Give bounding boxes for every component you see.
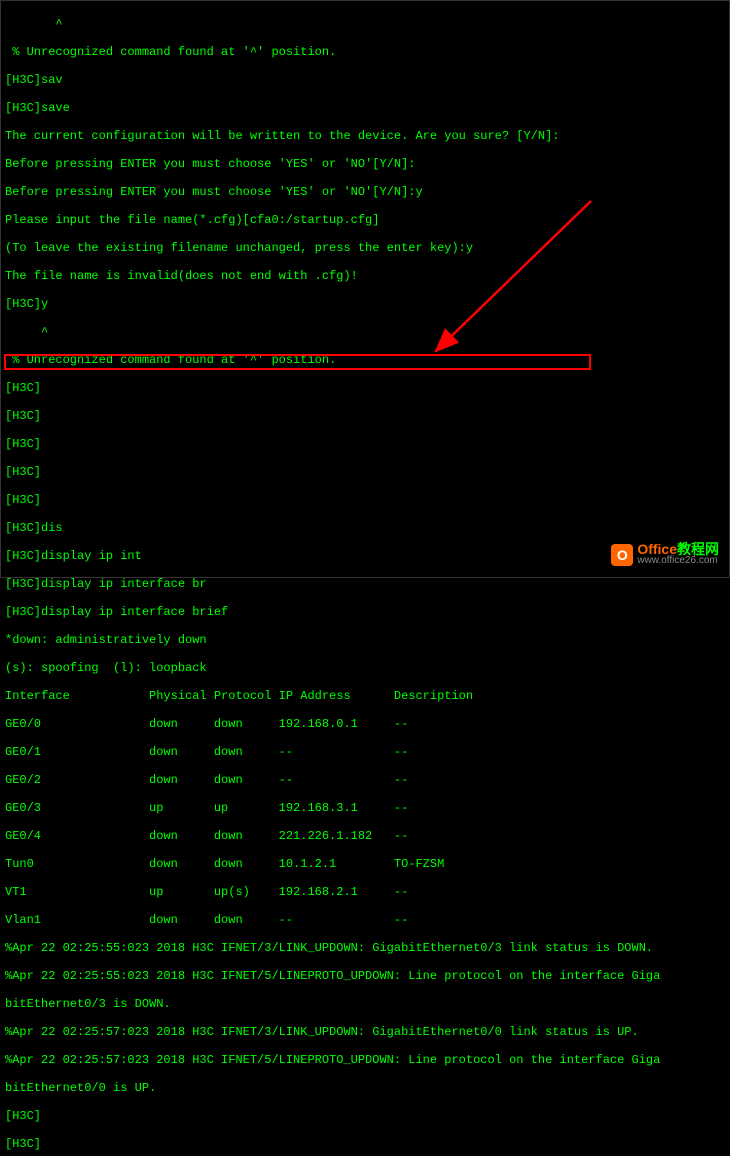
- output-line: % Unrecognized command found at '^' posi…: [5, 353, 725, 367]
- table-row: GE0/2 down down -- --: [5, 773, 725, 787]
- output-line: % Unrecognized command found at '^' posi…: [5, 45, 725, 59]
- log-line: bitEthernet0/0 is UP.: [5, 1081, 725, 1095]
- output-line: *down: administratively down: [5, 633, 725, 647]
- output-line: [H3C]dis: [5, 521, 725, 535]
- output-line: (To leave the existing filename unchange…: [5, 241, 725, 255]
- log-line: %Apr 22 02:25:55:023 2018 H3C IFNET/5/LI…: [5, 969, 725, 983]
- table-header: Interface Physical Protocol IP Address D…: [5, 689, 725, 703]
- output-line: [H3C]: [5, 1137, 725, 1151]
- output-line: [H3C]display ip interface br: [5, 577, 725, 591]
- terminal-output[interactable]: ^ % Unrecognized command found at '^' po…: [5, 3, 725, 1156]
- table-row: VT1 up up(s) 192.168.2.1 --: [5, 885, 725, 899]
- table-row: GE0/3 up up 192.168.3.1 --: [5, 801, 725, 815]
- output-line: Before pressing ENTER you must choose 'Y…: [5, 185, 725, 199]
- table-row: Tun0 down down 10.1.2.1 TO-FZSM: [5, 857, 725, 871]
- watermark-title: Office教程网: [637, 543, 719, 555]
- output-line: The current configuration will be writte…: [5, 129, 725, 143]
- output-line: ^: [5, 17, 725, 31]
- output-line: [H3C]: [5, 493, 725, 507]
- output-line: ^: [5, 325, 725, 339]
- log-line: %Apr 22 02:25:57:023 2018 H3C IFNET/3/LI…: [5, 1025, 725, 1039]
- output-line: [H3C]y: [5, 297, 725, 311]
- output-line: [H3C]: [5, 409, 725, 423]
- log-line: bitEthernet0/3 is DOWN.: [5, 997, 725, 1011]
- watermark-logo-icon: O: [611, 544, 633, 566]
- log-line: %Apr 22 02:25:55:023 2018 H3C IFNET/3/LI…: [5, 941, 725, 955]
- output-line: Before pressing ENTER you must choose 'Y…: [5, 157, 725, 171]
- output-line: Please input the file name(*.cfg)[cfa0:/…: [5, 213, 725, 227]
- output-line: [H3C]: [5, 381, 725, 395]
- output-line: (s): spoofing (l): loopback: [5, 661, 725, 675]
- output-line: The file name is invalid(does not end wi…: [5, 269, 725, 283]
- table-row: Vlan1 down down -- --: [5, 913, 725, 927]
- table-row: GE0/4 down down 221.226.1.182 --: [5, 829, 725, 843]
- output-line: [H3C]: [5, 465, 725, 479]
- output-line: [H3C]save: [5, 101, 725, 115]
- watermark: O Office教程网 www.office26.com: [611, 543, 719, 567]
- output-line: [H3C]: [5, 1109, 725, 1123]
- output-line: [H3C]: [5, 437, 725, 451]
- watermark-url: www.office26.com: [637, 555, 719, 567]
- log-line: %Apr 22 02:25:57:023 2018 H3C IFNET/5/LI…: [5, 1053, 725, 1067]
- output-line: [H3C]sav: [5, 73, 725, 87]
- table-row: GE0/1 down down -- --: [5, 745, 725, 759]
- table-row-ge00: GE0/0 down down 192.168.0.1 --: [5, 717, 725, 731]
- output-line: [H3C]display ip interface brief: [5, 605, 725, 619]
